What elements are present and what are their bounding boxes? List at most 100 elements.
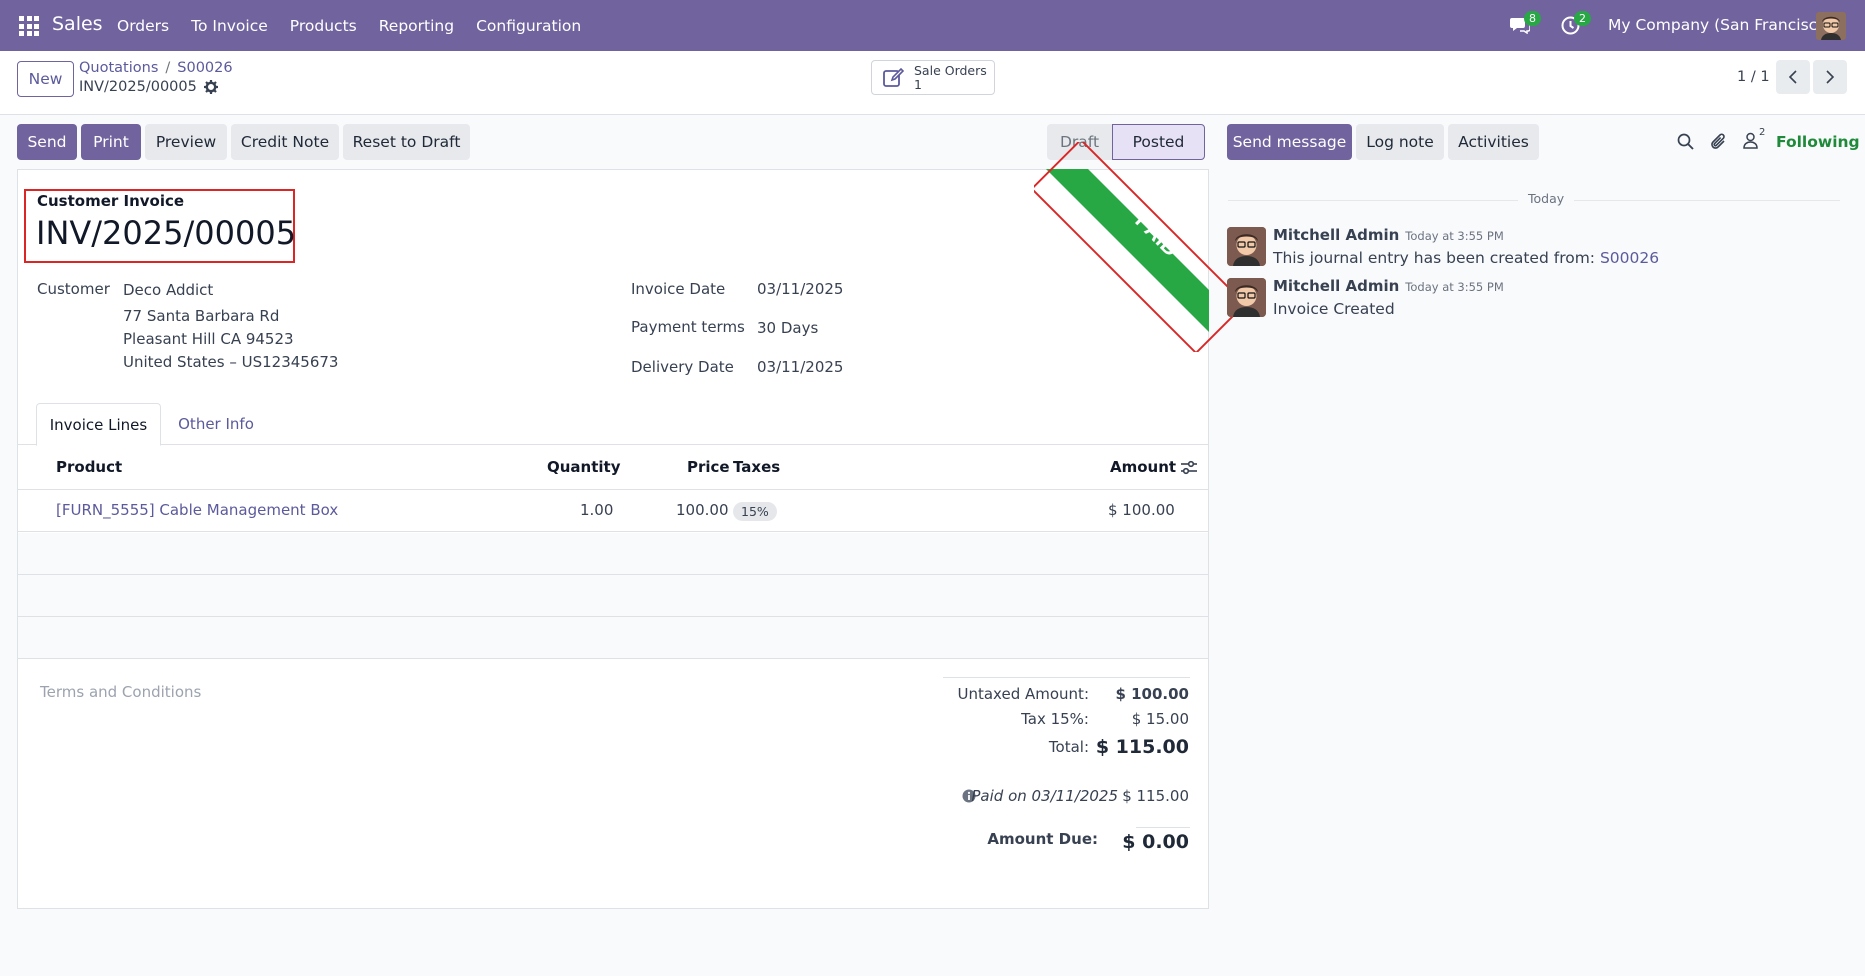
empty-row xyxy=(18,617,1208,659)
lines-table-header: Product Quantity Price Taxes Amount xyxy=(18,445,1208,490)
sale-orders-smart-button[interactable]: Sale Orders 1 xyxy=(871,60,995,95)
tax-value: $ 15.00 xyxy=(1131,710,1189,728)
date-separator: Today xyxy=(1518,191,1575,206)
menu-configuration[interactable]: Configuration xyxy=(476,17,581,35)
smart-button-count: 1 xyxy=(914,77,922,92)
column-settings-icon[interactable] xyxy=(1181,460,1197,475)
avatar[interactable] xyxy=(1227,278,1266,317)
followers-count: 2 xyxy=(1759,127,1766,138)
paperclip-icon[interactable] xyxy=(1710,133,1727,151)
invoice-number: INV/2025/00005 xyxy=(36,214,297,252)
chevron-left-icon xyxy=(1788,70,1797,84)
apps-menu-icon[interactable] xyxy=(19,16,39,36)
empty-row xyxy=(18,533,1208,575)
total-value: $ 115.00 xyxy=(1095,736,1189,758)
customer-name-link[interactable]: Deco Addict xyxy=(123,281,213,299)
empty-row xyxy=(18,575,1208,617)
record-title: INV/2025/00005 xyxy=(79,79,218,95)
app-brand[interactable]: Sales xyxy=(52,13,103,35)
terms-and-conditions-field[interactable]: Terms and Conditions xyxy=(40,683,201,701)
invoice-sheet: Customer Invoice INV/2025/00005 Customer… xyxy=(17,169,1209,909)
reset-to-draft-button[interactable]: Reset to Draft xyxy=(343,124,470,160)
invoice-type: Customer Invoice xyxy=(37,192,185,210)
total-label: Total: xyxy=(1048,738,1089,756)
user-icon xyxy=(1743,132,1758,149)
author-name[interactable]: Mitchell Admin xyxy=(1273,226,1399,244)
search-icon[interactable] xyxy=(1677,133,1694,150)
form-tabs: Invoice Lines Other Info xyxy=(18,403,1208,446)
tab-invoice-lines[interactable]: Invoice Lines xyxy=(36,403,161,446)
pager-next-button[interactable] xyxy=(1813,60,1847,94)
gear-icon[interactable] xyxy=(203,80,218,94)
message-source-link[interactable]: S00026 xyxy=(1600,249,1659,267)
send-button[interactable]: Send xyxy=(17,124,77,160)
message-body: This journal entry has been created from… xyxy=(1273,249,1659,267)
preview-button[interactable]: Preview xyxy=(145,124,227,160)
payment-terms-label: Payment terms xyxy=(631,318,745,336)
column-quantity[interactable]: Quantity xyxy=(547,458,621,476)
send-message-button[interactable]: Send message xyxy=(1227,124,1352,160)
menu-orders[interactable]: Orders xyxy=(117,17,169,35)
main-menu: Orders To Invoice Products Reporting Con… xyxy=(117,0,603,51)
log-note-button[interactable]: Log note xyxy=(1356,124,1444,160)
breadcrumb: Quotations / S00026 xyxy=(79,60,233,76)
breadcrumb-separator: / xyxy=(165,60,171,76)
totals-divider xyxy=(943,677,1190,678)
tax-label: Tax 15%: xyxy=(1021,710,1089,728)
message-author[interactable]: Mitchell Admin Today at 3:55 PM xyxy=(1273,277,1504,295)
activities-button[interactable]: 2 xyxy=(1561,11,1591,35)
messages-count-badge: 8 xyxy=(1524,11,1541,26)
paid-ribbon: PAID xyxy=(1034,142,1244,352)
paid-on-label: Paid on 03/11/2025 xyxy=(971,787,1118,805)
message-text: This journal entry has been created from… xyxy=(1273,249,1600,267)
breadcrumb-quotations[interactable]: Quotations xyxy=(79,60,158,76)
customer-label: Customer xyxy=(37,280,110,298)
menu-products[interactable]: Products xyxy=(290,17,357,35)
delivery-date-field[interactable]: 03/11/2025 xyxy=(757,358,843,376)
credit-note-button[interactable]: Credit Note xyxy=(231,124,339,160)
line-price: 100.00 xyxy=(676,501,729,519)
amount-due-divider xyxy=(1136,827,1190,828)
line-quantity: 1.00 xyxy=(580,501,614,519)
line-product[interactable]: [FURN_5555] Cable Management Box xyxy=(56,501,338,519)
tab-other-info[interactable]: Other Info xyxy=(161,403,271,445)
avatar[interactable] xyxy=(1227,227,1266,266)
following-button[interactable]: Following xyxy=(1776,133,1860,151)
table-row[interactable]: [FURN_5555] Cable Management Box 1.00 10… xyxy=(18,490,1208,532)
invoice-date-field[interactable]: 03/11/2025 xyxy=(757,280,843,298)
top-navbar: Sales Orders To Invoice Products Reporti… xyxy=(0,0,1865,51)
amount-due-value: $ 0.00 xyxy=(1122,831,1189,853)
menu-to-invoice[interactable]: To Invoice xyxy=(191,17,268,35)
column-price[interactable]: Price xyxy=(687,458,730,476)
pager-previous-button[interactable] xyxy=(1776,60,1810,94)
messages-button[interactable]: 8 xyxy=(1510,11,1541,34)
print-button[interactable]: Print xyxy=(81,124,141,160)
smart-button-label: Sale Orders xyxy=(914,63,987,78)
payment-terms-field[interactable]: 30 Days xyxy=(757,319,818,337)
column-product[interactable]: Product xyxy=(56,458,122,476)
line-amount: $ 100.00 xyxy=(1108,501,1175,519)
breadcrumb-order[interactable]: S00026 xyxy=(177,60,232,76)
column-amount[interactable]: Amount xyxy=(1110,458,1176,476)
new-button[interactable]: New xyxy=(17,61,74,97)
chevron-right-icon xyxy=(1826,70,1835,84)
message-time: Today at 3:55 PM xyxy=(1405,280,1504,294)
message-author[interactable]: Mitchell Admin Today at 3:55 PM xyxy=(1273,226,1504,244)
activities-button[interactable]: Activities xyxy=(1448,124,1539,160)
followers-button[interactable]: 2 xyxy=(1743,127,1765,149)
user-avatar[interactable] xyxy=(1816,12,1846,40)
customer-address-line1: 77 Santa Barbara Rd xyxy=(123,307,280,325)
control-panel: New Quotations / S00026 INV/2025/00005 Sal… xyxy=(0,51,1865,115)
amount-due-label: Amount Due: xyxy=(987,830,1098,848)
record-name: INV/2025/00005 xyxy=(79,79,197,95)
author-name[interactable]: Mitchell Admin xyxy=(1273,277,1399,295)
message-time: Today at 3:55 PM xyxy=(1405,229,1504,243)
customer-address-line3: United States – US12345673 xyxy=(123,353,339,371)
pager-value[interactable]: 1 / 1 xyxy=(1737,69,1770,85)
company-switcher[interactable]: My Company (San Francisco) xyxy=(1608,16,1833,34)
activities-count-badge: 2 xyxy=(1574,11,1591,26)
paid-amount: $ 115.00 xyxy=(1122,787,1189,805)
untaxed-amount-value: $ 100.00 xyxy=(1115,685,1189,703)
column-taxes[interactable]: Taxes xyxy=(733,458,780,476)
menu-reporting[interactable]: Reporting xyxy=(379,17,454,35)
